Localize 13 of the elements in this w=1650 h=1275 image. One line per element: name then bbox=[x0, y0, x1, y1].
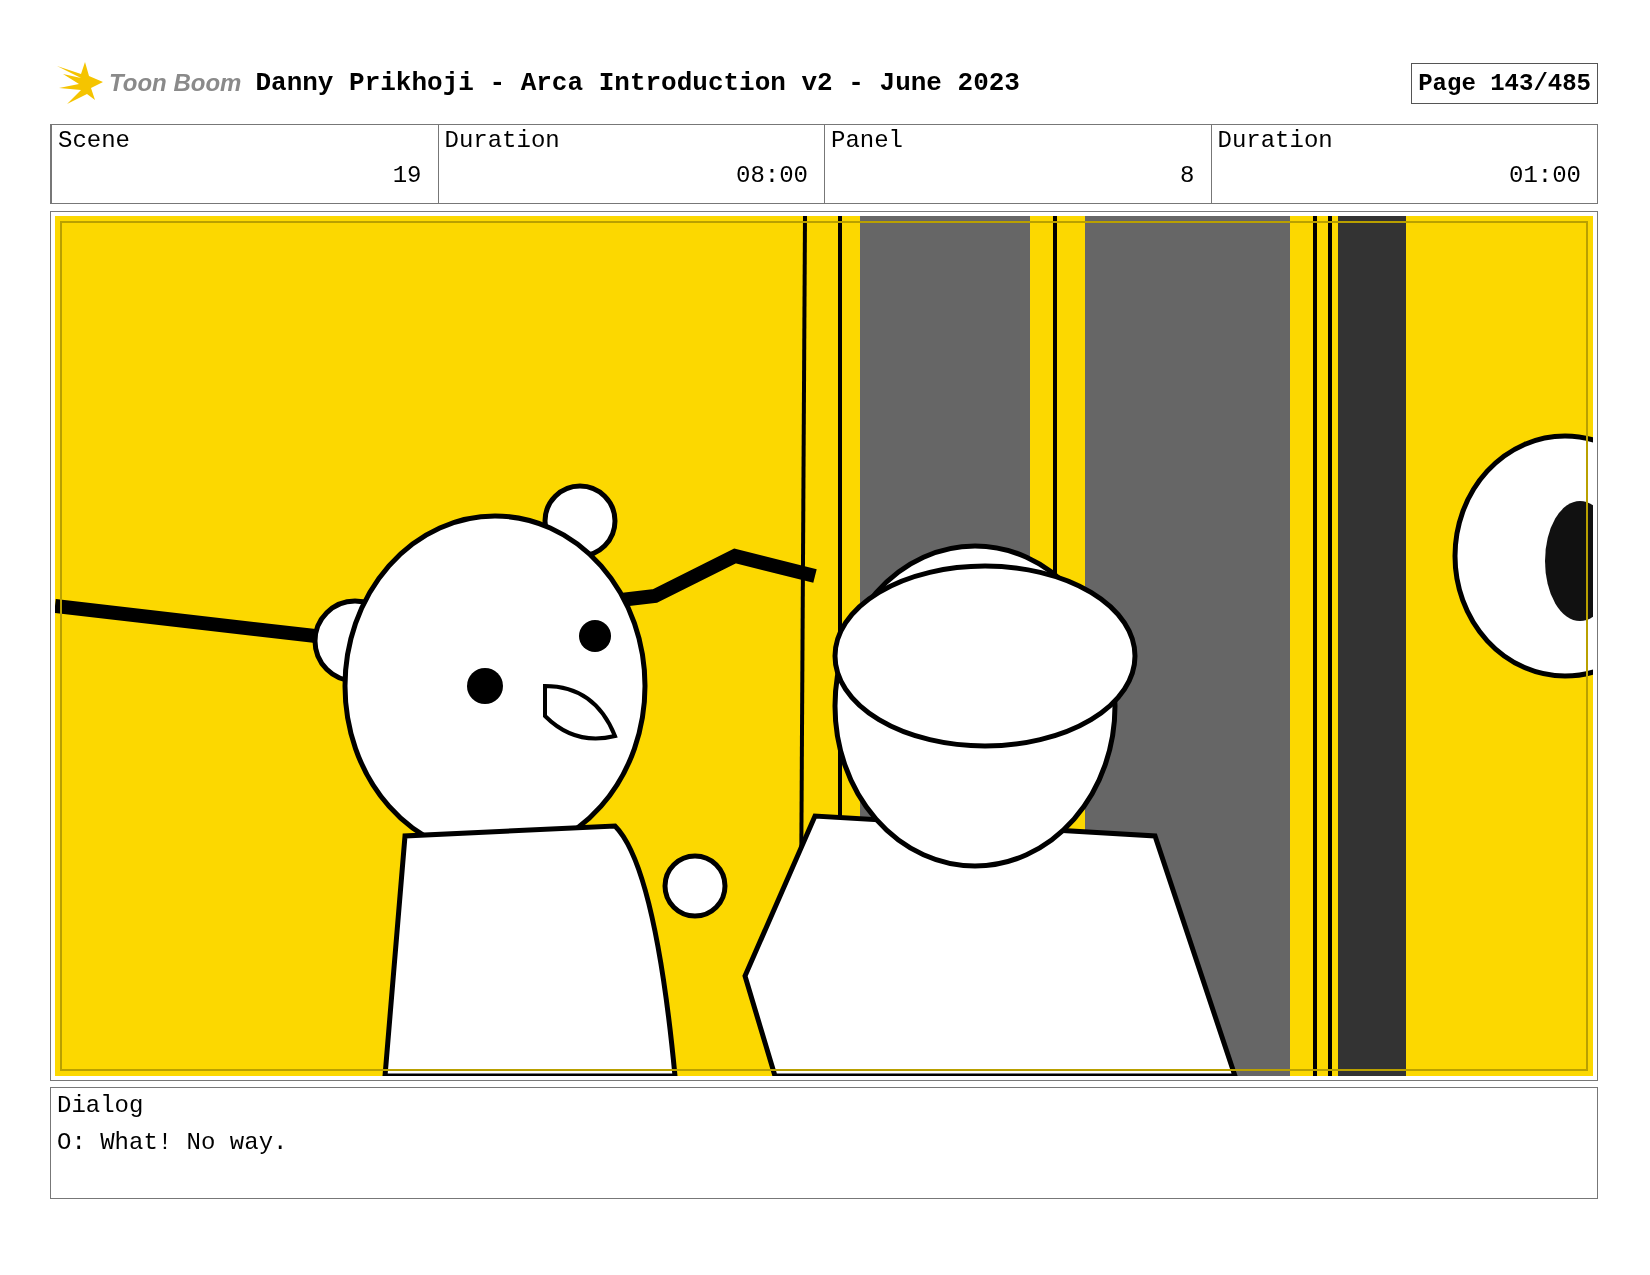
field-value: 19 bbox=[391, 162, 422, 189]
dialog-text: O: What! No way. bbox=[57, 1129, 289, 1156]
logo-text: Toon Boom bbox=[109, 69, 242, 97]
field-label: Duration bbox=[444, 127, 561, 154]
field-label: Scene bbox=[58, 127, 131, 154]
dialog-label: Dialog bbox=[57, 1092, 145, 1119]
field-label: Duration bbox=[1217, 127, 1334, 154]
field-value: 8 bbox=[1179, 162, 1195, 189]
field-label: Panel bbox=[831, 127, 904, 154]
page-number: Page 143/485 bbox=[1411, 62, 1598, 104]
storyboard-title: Danny Prikhoji - Arca Introduction v2 - June 2023 bbox=[255, 68, 1021, 98]
field-value: 01:00 bbox=[1508, 162, 1581, 189]
field-value: 08:00 bbox=[735, 162, 808, 189]
